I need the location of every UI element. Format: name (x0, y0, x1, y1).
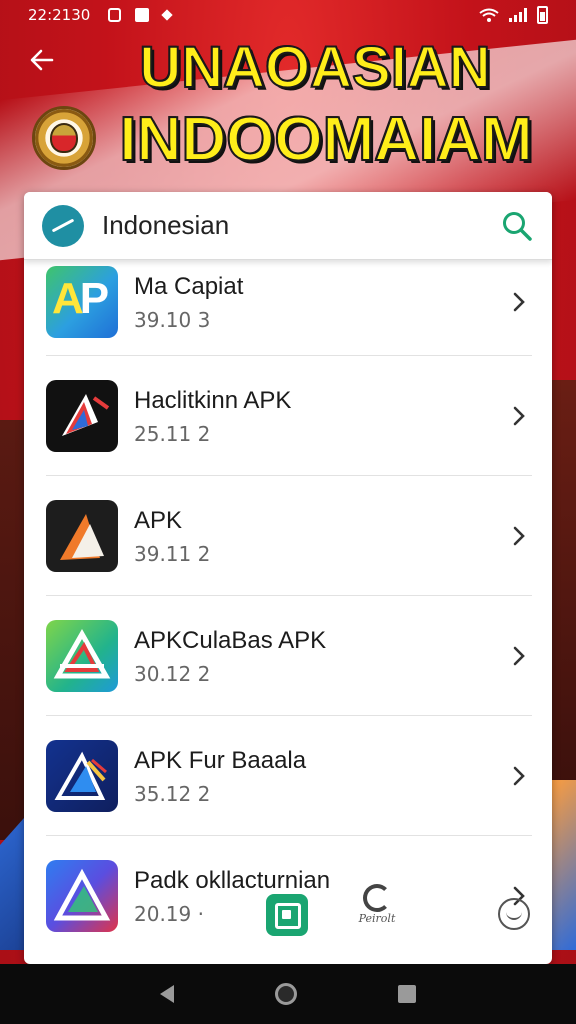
list-item-text: Ma Capiat 39.10 3 (134, 272, 508, 332)
chevron-right-icon (508, 765, 530, 787)
app-name: Ma Capiat (134, 273, 244, 300)
app-meta: 25.11 2 (134, 422, 211, 446)
list-item-text: APK Fur Baaala 35.12 2 (134, 746, 508, 806)
chevron-right-icon (508, 645, 530, 667)
list-item[interactable]: APK Fur Baaala 35.12 2 (24, 716, 552, 836)
page-title-line1: UNAOASIAN (138, 34, 491, 101)
search-title: Indonesian (102, 210, 230, 240)
status-notification-icons (108, 8, 173, 22)
notification-diamond-icon (161, 9, 173, 21)
app-name: Haclitkinn APK (134, 387, 292, 414)
app-logo-icon (42, 204, 84, 247)
app-name: APK (134, 507, 183, 534)
battery-icon (537, 6, 548, 24)
apk-fur-app-icon (46, 740, 118, 812)
list-item[interactable]: AP Ma Capiat 39.10 3 (24, 248, 552, 356)
emblem-logo (32, 106, 96, 170)
app-meta: 35.12 2 (134, 782, 211, 806)
search-bar[interactable]: Indonesian (24, 192, 552, 260)
apkculabas-app-icon (46, 620, 118, 692)
app-name: Padk okllacturnian (134, 867, 331, 894)
nav-recent-apps-icon[interactable] (397, 985, 416, 1003)
list-item-text: Padk okllacturnian 20.19 ‧ (134, 866, 508, 926)
apk-app-icon (46, 500, 118, 572)
parrot-button[interactable]: Peirolt (352, 884, 402, 944)
emblem-figure-icon (50, 123, 78, 153)
background-building-right (548, 380, 576, 800)
notification-app-icon (135, 8, 150, 22)
back-arrow-icon (30, 49, 54, 71)
parrot-icon (363, 884, 391, 912)
chevron-right-icon (508, 405, 530, 427)
ap-app-icon: AP (46, 266, 118, 338)
face-icon[interactable] (498, 898, 530, 930)
app-name: APK Fur Baaala (134, 747, 307, 774)
page-title-line2: INDOOMAIAM (118, 104, 533, 175)
list-item-text: APK 39.11 2 (134, 506, 508, 566)
notification-box-icon (108, 8, 122, 22)
list-item[interactable]: APKCulaBas APK 30.12 2 (24, 596, 552, 716)
app-list-card: Indonesian AP Ma Capiat 39.10 3 Haclitki… (24, 192, 552, 964)
padk-app-icon (46, 860, 118, 932)
nav-back-icon[interactable] (160, 985, 175, 1003)
chevron-right-icon (508, 525, 530, 547)
app-meta: 39.11 2 (134, 542, 211, 566)
app-list: AP Ma Capiat 39.10 3 Haclitkinn APK 25.1… (24, 260, 552, 956)
wifi-icon (479, 8, 499, 22)
search-icon[interactable] (500, 209, 534, 243)
list-item[interactable]: Haclitkinn APK 25.11 2 (24, 356, 552, 476)
app-meta: 39.10 3 (134, 308, 211, 332)
chevron-right-icon (508, 291, 530, 313)
list-item-text: APKCulaBas APK 30.12 2 (134, 626, 508, 686)
app-meta: 30.12 2 (134, 662, 211, 686)
list-item-text: Haclitkinn APK 25.11 2 (134, 386, 508, 446)
status-system-icons (479, 6, 548, 24)
system-navigation-bar (0, 964, 576, 1024)
app-meta: 20.19 ‧ (134, 902, 204, 926)
status-time: 22:2130 (28, 6, 91, 24)
triangle-app-icon (46, 380, 118, 452)
status-bar: 22:2130 (0, 0, 576, 30)
parrot-label: Peirolt (358, 912, 396, 925)
scan-button[interactable] (266, 894, 308, 936)
app-name: APKCulaBas APK (134, 627, 327, 654)
signal-icon (509, 8, 527, 22)
back-button[interactable] (28, 46, 58, 76)
list-item[interactable]: APK 39.11 2 (24, 476, 552, 596)
nav-home-icon[interactable] (274, 983, 297, 1005)
